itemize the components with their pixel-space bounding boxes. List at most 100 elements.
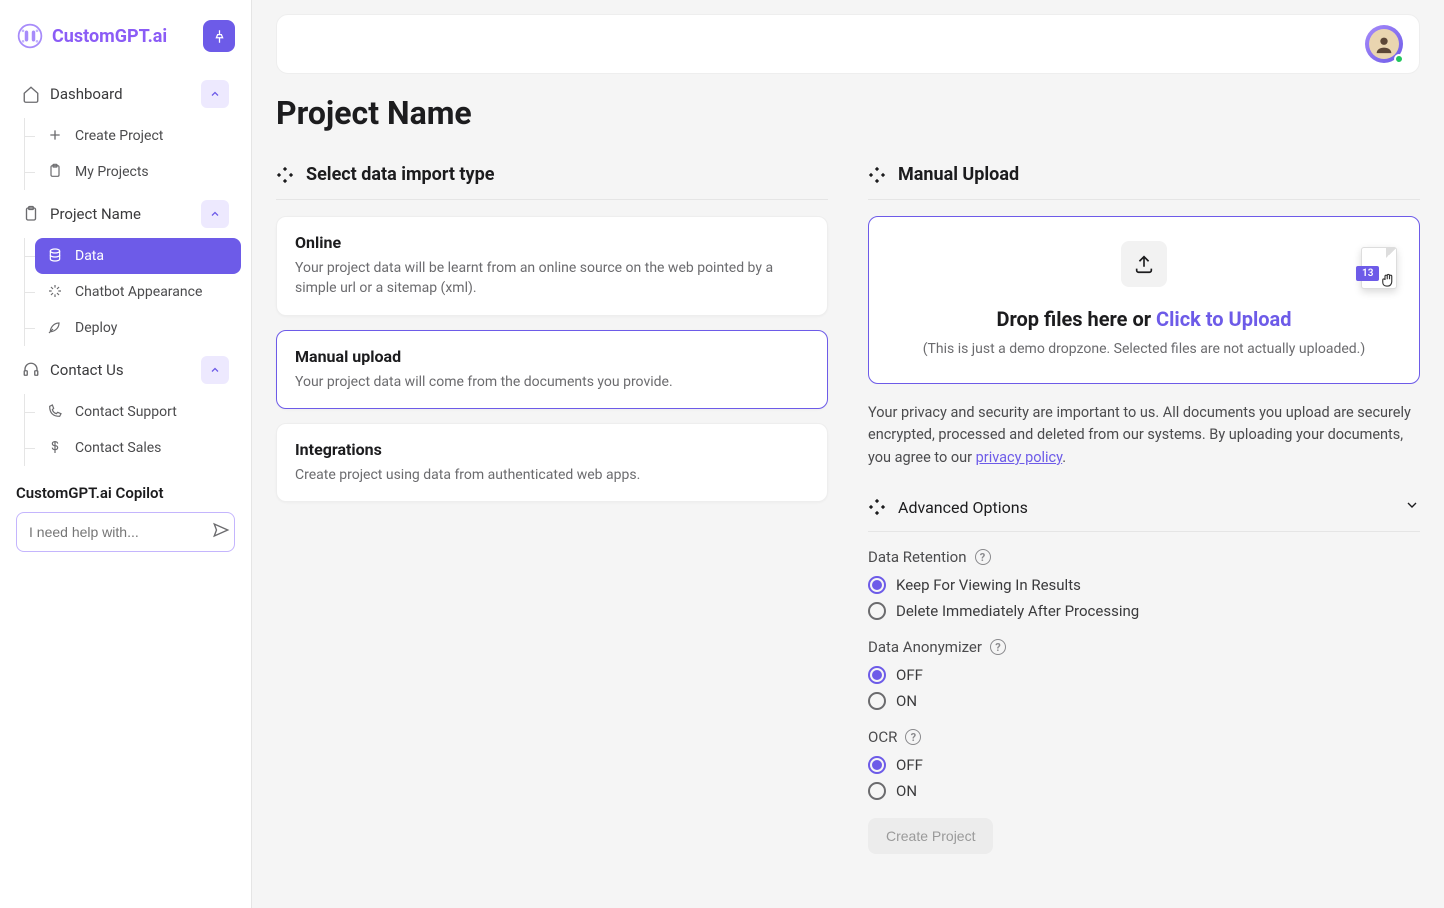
brand-logo-icon xyxy=(16,22,44,50)
headset-icon xyxy=(22,361,40,379)
nav-appearance-label: Chatbot Appearance xyxy=(75,284,202,300)
chevron-down-icon xyxy=(1404,497,1420,513)
import-integrations-desc: Create project using data from authentic… xyxy=(295,465,809,485)
nav-data[interactable]: Data xyxy=(35,238,241,274)
home-icon xyxy=(22,85,40,103)
diamond-grid-icon xyxy=(868,498,886,516)
nav-contact-label: Contact Us xyxy=(50,361,124,379)
nav-dashboard-label: Dashboard xyxy=(50,85,123,103)
nav-group-project: Project Name Data Chatbot Appearance xyxy=(10,190,241,346)
nav-project-name-label: Project Name xyxy=(50,205,141,223)
status-online-icon xyxy=(1394,54,1404,64)
dropzone-prefix: Drop files here or xyxy=(996,307,1156,331)
clipboard-icon xyxy=(47,163,65,181)
manual-upload-heading: Manual Upload xyxy=(898,164,1019,185)
import-integrations-title: Integrations xyxy=(295,440,809,459)
ocr-label: OCR xyxy=(868,728,897,746)
help-icon[interactable]: ? xyxy=(975,549,991,565)
manual-upload-heading-row: Manual Upload xyxy=(868,156,1420,200)
data-anonymizer-group: Data Anonymizer ? OFF ON xyxy=(868,638,1420,710)
nav-project-name[interactable]: Project Name xyxy=(10,190,241,238)
nav-group-dashboard: Dashboard Create Project My Projects xyxy=(10,70,241,190)
ocr-off-radio[interactable]: OFF xyxy=(868,756,1420,774)
nav-group-contact: Contact Us Contact Support Contact Sales xyxy=(10,346,241,466)
rocket-icon xyxy=(47,319,65,337)
sidebar: CustomGPT.ai Dashboard xyxy=(0,0,252,908)
nav-data-label: Data xyxy=(75,248,104,264)
diamond-grid-icon xyxy=(868,166,886,184)
anonymizer-on-label: ON xyxy=(896,692,917,710)
ocr-on-radio[interactable]: ON xyxy=(868,782,1420,800)
nav-contact-sales[interactable]: Contact Sales xyxy=(35,430,241,466)
import-option-manual[interactable]: Manual upload Your project data will com… xyxy=(276,330,828,409)
click-to-upload-link[interactable]: Click to Upload xyxy=(1156,307,1292,331)
retention-delete-label: Delete Immediately After Processing xyxy=(896,602,1139,620)
dropzone-text: Drop files here or Click to Upload xyxy=(899,307,1389,331)
advanced-options-heading-row[interactable]: Advanced Options xyxy=(868,489,1420,532)
collapse-contact-button[interactable] xyxy=(201,356,229,384)
copilot-title: CustomGPT.ai Copilot xyxy=(16,484,235,502)
retention-delete-radio[interactable]: Delete Immediately After Processing xyxy=(868,602,1420,620)
plus-icon xyxy=(47,127,65,145)
diamond-grid-icon xyxy=(276,166,294,184)
data-anonymizer-label: Data Anonymizer xyxy=(868,638,982,656)
import-online-title: Online xyxy=(295,233,809,252)
collapse-project-button[interactable] xyxy=(201,200,229,228)
ocr-group: OCR ? OFF ON xyxy=(868,728,1420,800)
privacy-text-2: . xyxy=(1062,449,1066,466)
anonymizer-on-radio[interactable]: ON xyxy=(868,692,1420,710)
import-type-heading: Select data import type xyxy=(306,164,494,185)
nav-contact-us[interactable]: Contact Us xyxy=(10,346,241,394)
collapse-dashboard-button[interactable] xyxy=(201,80,229,108)
retention-keep-radio[interactable]: Keep For Viewing In Results xyxy=(868,576,1420,594)
send-icon[interactable] xyxy=(212,521,230,543)
nav-deploy[interactable]: Deploy xyxy=(35,310,241,346)
dropzone-note: (This is just a demo dropzone. Selected … xyxy=(899,341,1389,357)
user-avatar[interactable] xyxy=(1365,25,1403,63)
upload-icon xyxy=(1133,253,1155,275)
advanced-collapse-button[interactable] xyxy=(1404,497,1420,517)
chevron-up-icon xyxy=(209,364,221,376)
advanced-options-heading: Advanced Options xyxy=(898,498,1028,517)
privacy-text-1: Your privacy and security are important … xyxy=(868,404,1411,466)
nav-support-label: Contact Support xyxy=(75,404,177,420)
page-title: Project Name xyxy=(276,94,1420,132)
nav-deploy-label: Deploy xyxy=(75,320,117,336)
copilot-input-wrapper[interactable] xyxy=(16,512,235,552)
import-option-online[interactable]: Online Your project data will be learnt … xyxy=(276,216,828,316)
copilot-block: CustomGPT.ai Copilot xyxy=(10,484,241,552)
phone-icon xyxy=(47,403,65,421)
import-manual-desc: Your project data will come from the doc… xyxy=(295,372,809,392)
topbar xyxy=(276,14,1420,74)
retention-keep-label: Keep For Viewing In Results xyxy=(896,576,1081,594)
nav-create-project[interactable]: Create Project xyxy=(35,118,241,154)
file-count-badge: 13 xyxy=(1356,266,1379,281)
upload-dropzone[interactable]: Drop files here or Click to Upload (This… xyxy=(868,216,1420,384)
ocr-on-label: ON xyxy=(896,782,917,800)
pin-icon xyxy=(212,29,227,44)
dollar-icon xyxy=(47,439,65,457)
help-icon[interactable]: ? xyxy=(905,729,921,745)
anonymizer-off-radio[interactable]: OFF xyxy=(868,666,1420,684)
help-icon[interactable]: ? xyxy=(990,639,1006,655)
chevron-up-icon xyxy=(209,208,221,220)
nav-my-projects[interactable]: My Projects xyxy=(35,154,241,190)
privacy-policy-link[interactable]: privacy policy xyxy=(976,449,1063,466)
clipboard-icon xyxy=(22,205,40,223)
nav-dashboard[interactable]: Dashboard xyxy=(10,70,241,118)
main-content: Project Name Select data import type Onl… xyxy=(252,0,1444,908)
copilot-input[interactable] xyxy=(27,523,212,541)
import-option-integrations[interactable]: Integrations Create project using data f… xyxy=(276,423,828,502)
create-project-button[interactable]: Create Project xyxy=(868,818,993,854)
import-manual-title: Manual upload xyxy=(295,347,809,366)
nav-chatbot-appearance[interactable]: Chatbot Appearance xyxy=(35,274,241,310)
manual-upload-column: Manual Upload Drop files here or Click t… xyxy=(868,156,1420,854)
import-type-heading-row: Select data import type xyxy=(276,156,828,200)
sparkles-icon xyxy=(47,283,65,301)
nav-contact-support[interactable]: Contact Support xyxy=(35,394,241,430)
pin-sidebar-button[interactable] xyxy=(203,20,235,52)
import-type-column: Select data import type Online Your proj… xyxy=(276,156,828,516)
brand-row: CustomGPT.ai xyxy=(10,20,241,70)
anonymizer-off-label: OFF xyxy=(896,666,923,684)
nav-sales-label: Contact Sales xyxy=(75,440,161,456)
